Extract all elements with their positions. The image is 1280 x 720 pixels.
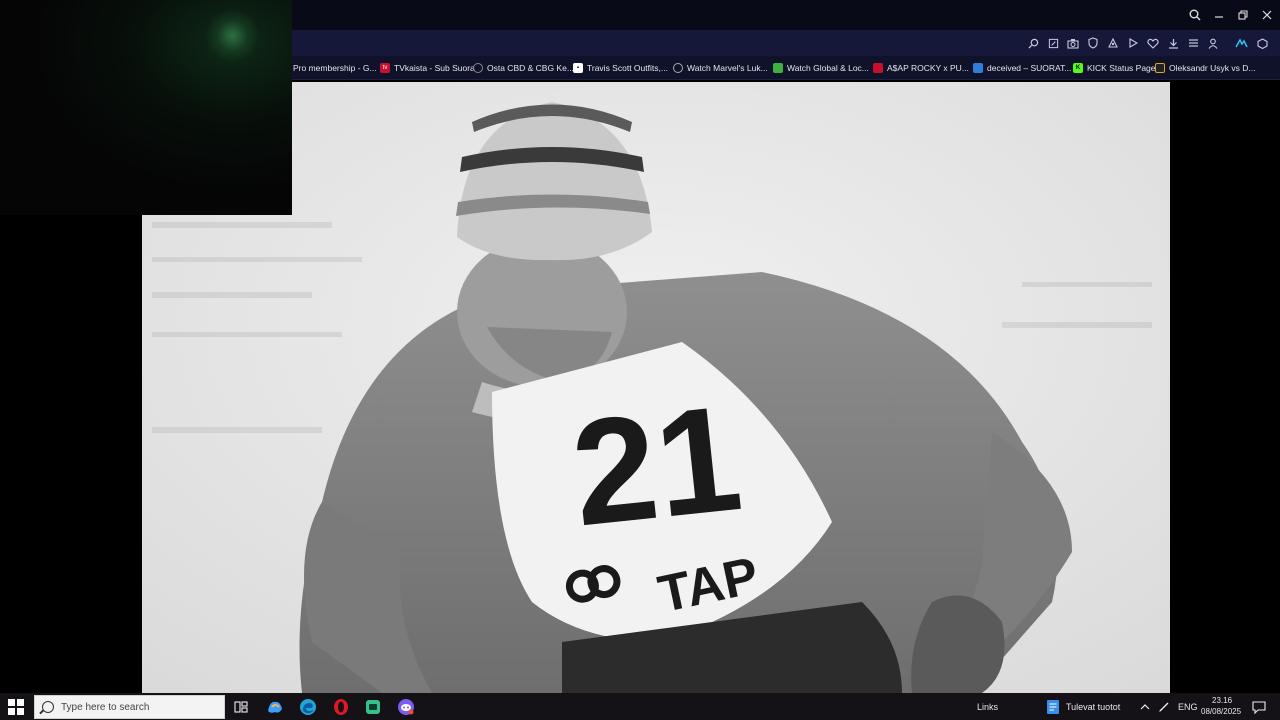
bookmark-label: Travis Scott Outfits,...: [587, 63, 668, 73]
heart-icon[interactable]: [1145, 35, 1161, 51]
image-icon: [973, 63, 983, 73]
search-input[interactable]: [61, 701, 211, 713]
cube-icon[interactable]: [1254, 35, 1270, 51]
language-indicator[interactable]: ENG: [1178, 702, 1198, 712]
bookmark-label: TVkaista - Sub Suora: [394, 63, 475, 73]
opera-icon[interactable]: [330, 696, 352, 718]
webcam-overlay: [0, 0, 292, 215]
edit-icon[interactable]: [1045, 35, 1061, 51]
bookmark-item[interactable]: tv TVkaista - Sub Suora: [380, 61, 475, 75]
close-icon[interactable]: [1258, 6, 1276, 24]
bib-number: 21: [565, 373, 749, 558]
play-icon[interactable]: [1125, 35, 1141, 51]
bookmark-label: Watch Global & Loc...: [787, 63, 869, 73]
bookmark-label: Pro membership - G...: [293, 63, 377, 73]
kick-icon: K: [1073, 63, 1083, 73]
bookmark-label: KICK Status Page: [1087, 63, 1156, 73]
aria-icon[interactable]: [1233, 35, 1249, 51]
clock-date[interactable]: 08/08/2025: [1201, 707, 1241, 716]
shield-icon[interactable]: [1085, 35, 1101, 51]
task-view-icon[interactable]: [230, 696, 252, 718]
copilot-icon[interactable]: [264, 696, 286, 718]
links-toolbar[interactable]: Links: [977, 702, 998, 712]
bookmark-item[interactable]: Osta CBD & CBG Ke...: [473, 61, 574, 75]
globe-icon: [673, 63, 683, 73]
bookmark-item[interactable]: A$AP ROCKY x PU...: [873, 61, 969, 75]
edge-icon[interactable]: [297, 696, 319, 718]
bookmark-label: Watch Marvel's Luk...: [687, 63, 768, 73]
news-icon[interactable]: [1042, 696, 1064, 718]
skier-photo: 21 TAP: [142, 82, 1170, 693]
notification-icon[interactable]: [1248, 696, 1270, 718]
news-widget-label[interactable]: Tulevat tuotot: [1066, 702, 1120, 712]
search-icon: [42, 701, 54, 713]
discord-icon[interactable]: [395, 696, 417, 718]
search-tabs-icon[interactable]: [1186, 6, 1204, 24]
clock-time[interactable]: 23.16: [1212, 696, 1232, 705]
bookmark-item[interactable]: K KICK Status Page: [1073, 61, 1156, 75]
profile-icon[interactable]: [1205, 35, 1221, 51]
restore-icon[interactable]: [1234, 6, 1252, 24]
bookmark-label: Oleksandr Usyk vs D...: [1169, 63, 1256, 73]
taskbar-search-box[interactable]: [34, 695, 225, 719]
windows-taskbar: Links Tulevat tuotot ENG 23.16 08/08/202…: [0, 693, 1280, 720]
bookmark-item[interactable]: deceived – SUORAT...: [973, 61, 1071, 75]
download-icon[interactable]: [1165, 35, 1181, 51]
windows-start-icon[interactable]: [8, 699, 24, 715]
minimize-icon[interactable]: [1210, 6, 1228, 24]
bookmark-item[interactable]: Oleksandr Usyk vs D...: [1155, 61, 1255, 75]
green-app-icon[interactable]: [362, 696, 384, 718]
menu-icon[interactable]: [1185, 35, 1201, 51]
bookmark-label: Osta CBD & CBG Ke...: [487, 63, 574, 73]
globe-icon: [473, 63, 483, 73]
bookmark-item[interactable]: Watch Marvel's Luk...: [673, 61, 768, 75]
pen-icon[interactable]: [1153, 696, 1175, 718]
camera-icon[interactable]: [1065, 35, 1081, 51]
bookmark-icon: [1155, 63, 1165, 73]
page-icon: ▪: [573, 63, 583, 73]
zoom-icon[interactable]: [1025, 35, 1041, 51]
bookmark-label: A$AP ROCKY x PU...: [887, 63, 969, 73]
bookmark-item[interactable]: ▪ Travis Scott Outfits,...: [573, 61, 668, 75]
bookmark-item[interactable]: Pro membership - G...: [293, 61, 377, 75]
tvkaista-icon: tv: [380, 63, 390, 73]
tv-icon: [773, 63, 783, 73]
extension-icon[interactable]: [1105, 35, 1121, 51]
puma-icon: [873, 63, 883, 73]
bookmark-label: deceived – SUORAT...: [987, 63, 1072, 73]
webcam-face: [205, 8, 260, 63]
bookmark-item[interactable]: Watch Global & Loc...: [773, 61, 869, 75]
